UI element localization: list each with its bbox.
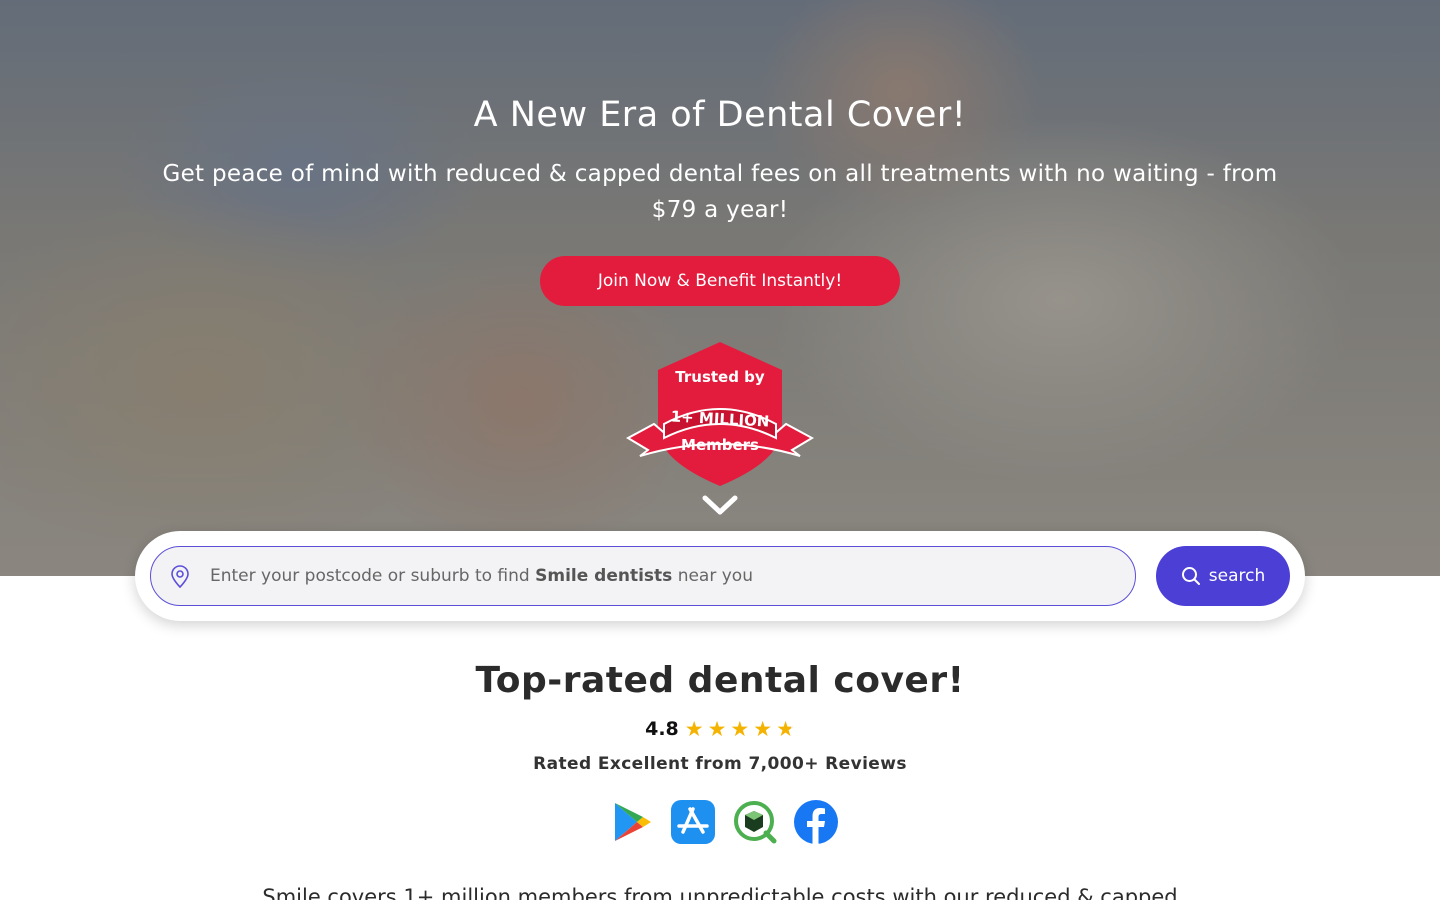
- facebook-icon[interactable]: [793, 799, 839, 845]
- search-button-label: search: [1208, 566, 1266, 586]
- search-icon: [1181, 567, 1200, 585]
- app-store-icon[interactable]: [670, 799, 716, 845]
- search-button[interactable]: search: [1156, 546, 1290, 606]
- productreview-icon[interactable]: [732, 799, 778, 845]
- postcode-search-input[interactable]: Enter your postcode or suburb to find Sm…: [150, 546, 1136, 606]
- hero-title: A New Era of Dental Cover!: [473, 95, 967, 135]
- google-play-icon[interactable]: [609, 799, 655, 845]
- location-pin-icon: [171, 565, 189, 589]
- star-icon: ★: [753, 717, 773, 741]
- badge-line1: Trusted by: [675, 368, 765, 386]
- star-icon: ★: [684, 717, 704, 741]
- hero-banner: A New Era of Dental Cover! Get peace of …: [0, 0, 1440, 576]
- intro-paragraph: Smile covers 1+ million members from unp…: [262, 885, 1178, 900]
- chevron-down-icon[interactable]: [700, 492, 740, 518]
- star-partial-icon: ★: [776, 717, 795, 741]
- search-placeholder: Enter your postcode or suburb to find Sm…: [210, 566, 753, 586]
- dentist-search-bar: Enter your postcode or suburb to find Sm…: [135, 531, 1305, 621]
- star-icon: ★: [730, 717, 750, 741]
- join-now-button[interactable]: Join Now & Benefit Instantly!: [540, 256, 900, 306]
- rating-value: 4.8: [645, 718, 679, 740]
- rated-title: Top-rated dental cover!: [475, 660, 965, 701]
- hero-subtitle: Get peace of mind with reduced & capped …: [162, 161, 1278, 223]
- review-sources: [609, 799, 839, 845]
- star-icon: ★: [707, 717, 727, 741]
- rating-score: 4.8 ★ ★ ★ ★ ★: [0, 718, 1440, 740]
- reviews-summary: Rated Excellent from 7,000+ Reviews: [533, 754, 907, 774]
- trusted-badge: Trusted by 1+ MILLION Members: [625, 342, 815, 486]
- badge-line3: Members: [681, 436, 759, 454]
